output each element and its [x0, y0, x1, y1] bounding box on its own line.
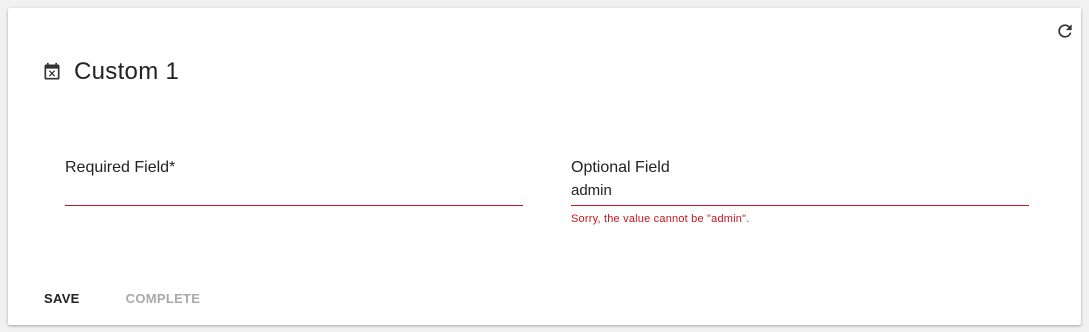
optional-field-error: Sorry, the value cannot be "admin".	[571, 213, 750, 225]
page-title: Custom 1	[74, 58, 180, 85]
calendar-cancel-icon	[42, 62, 62, 82]
required-field-group: Required Field*	[65, 158, 523, 206]
complete-button[interactable]: COMPLETE	[126, 291, 201, 307]
optional-field-label: Optional Field	[571, 159, 670, 176]
refresh-icon	[1058, 24, 1072, 38]
form-actions: SAVE COMPLETE	[44, 291, 200, 307]
required-field-input[interactable]	[65, 180, 523, 206]
optional-field-group: Optional Field Sorry, the value cannot b…	[571, 158, 1029, 225]
title-row: Custom 1	[42, 56, 179, 88]
save-button[interactable]: SAVE	[44, 291, 80, 307]
required-field-label: Required Field*	[65, 159, 176, 176]
optional-field-input[interactable]	[571, 180, 1029, 206]
task-form-card: Custom 1 Required Field* Optional Field …	[8, 8, 1081, 325]
refresh-button[interactable]	[1055, 21, 1075, 41]
